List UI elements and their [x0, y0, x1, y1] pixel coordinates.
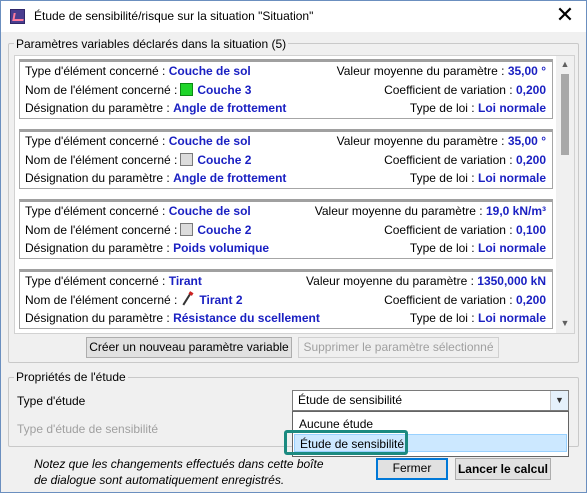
parameter-card[interactable]: Type d'élément concerné : Tirant Nom de l… [19, 269, 553, 329]
parameter-designation-label: Désignation du paramètre : [25, 311, 170, 325]
element-type-label: Type d'élément concerné : [25, 64, 166, 78]
element-type-label: Type d'élément concerné : [25, 274, 166, 288]
autosave-note: Notez que les changements effectués dans… [34, 457, 324, 487]
scrollbar-thumb[interactable] [561, 74, 569, 155]
create-parameter-button[interactable]: Créer un nouveau paramètre variable [86, 337, 292, 358]
variation-coefficient-label: Coefficient de variation : [384, 223, 513, 237]
element-name-label: Nom de l'élément concerné : [25, 223, 178, 237]
delete-parameter-button[interactable]: Supprimer le paramètre sélectionné [298, 337, 499, 358]
parameter-designation-value: Poids volumique [173, 241, 270, 255]
variation-coefficient-label: Coefficient de variation : [384, 153, 513, 167]
mean-value: 1350,000 kN [477, 274, 546, 288]
study-type-selected-value: Étude de sensibilité [298, 393, 403, 407]
element-name-label: Nom de l'élément concerné : [25, 293, 178, 307]
element-name-value: Couche 3 [197, 83, 252, 97]
variation-coefficient-value: 0,200 [515, 153, 546, 167]
parameter-designation-label: Désignation du paramètre : [25, 171, 170, 185]
parameter-designation-value: Résistance du scellement [173, 311, 320, 325]
variation-coefficient-value: 0,200 [515, 293, 546, 307]
parameter-designation-label: Désignation du paramètre : [25, 241, 170, 255]
parameter-card[interactable]: Type d'élément concerné : Couche de sol N… [19, 129, 553, 189]
element-name-label: Nom de l'élément concerné : [25, 153, 178, 167]
law-type-label: Type de loi : [409, 101, 475, 115]
close-button[interactable]: Fermer [376, 458, 448, 480]
element-type-value: Couche de sol [168, 204, 251, 218]
element-name-value: Couche 2 [197, 223, 252, 237]
scroll-up-arrow-icon[interactable]: ▲ [556, 56, 574, 73]
gray-swatch-icon [180, 153, 194, 166]
run-calculation-button[interactable]: Lancer le calcul [455, 458, 551, 480]
element-type-value: Couche de sol [168, 134, 251, 148]
parameters-list[interactable]: Type d'élément concerné : Couche de sol N… [14, 55, 575, 334]
window-title: Étude de sensibilité/risque sur la situa… [34, 9, 314, 23]
close-window-button[interactable]: ✕ [550, 2, 580, 30]
variation-coefficient-label: Coefficient de variation : [384, 83, 513, 97]
parameter-card[interactable]: Type d'élément concerné : Couche de sol N… [19, 199, 553, 259]
selected-option-highlight [284, 430, 408, 455]
parameter-designation-value: Angle de frottement [173, 171, 287, 185]
law-type-label: Type de loi : [409, 171, 475, 185]
variation-coefficient-value: 0,100 [515, 223, 546, 237]
law-type-label: Type de loi : [409, 311, 475, 325]
law-type-label: Type de loi : [409, 241, 475, 255]
variation-coefficient-value: 0,200 [515, 83, 546, 97]
mean-value: 35,00 ° [507, 64, 546, 78]
study-type-select[interactable]: Étude de sensibilité ▼ [292, 390, 569, 411]
law-type-value: Loi normale [477, 241, 546, 255]
element-type-label: Type d'élément concerné : [25, 134, 166, 148]
mean-value: 35,00 ° [507, 134, 546, 148]
mean-value-label: Valeur moyenne du paramètre : [306, 274, 474, 288]
variation-coefficient-label: Coefficient de variation : [384, 293, 513, 307]
parameter-card[interactable]: Type d'élément concerné : Couche de sol N… [19, 59, 553, 119]
parameter-designation-value: Angle de frottement [173, 101, 287, 115]
mean-value: 19,0 kN/m³ [485, 204, 546, 218]
element-type-label: Type d'élément concerné : [25, 204, 166, 218]
element-name-value: Couche 2 [197, 153, 252, 167]
chevron-down-icon[interactable]: ▼ [550, 391, 568, 410]
element-type-value: Tirant [168, 274, 202, 288]
element-name-label: Nom de l'élément concerné : [25, 83, 178, 97]
mean-value-label: Valeur moyenne du paramètre : [336, 134, 505, 148]
law-type-value: Loi normale [477, 171, 546, 185]
law-type-value: Loi normale [477, 311, 546, 325]
properties-group-label: Propriétés de l'étude [14, 370, 128, 384]
law-type-value: Loi normale [477, 101, 546, 115]
green-swatch-icon [180, 83, 194, 96]
parameter-designation-label: Désignation du paramètre : [25, 101, 170, 115]
parameters-group-label: Paramètres variables déclarés dans la si… [14, 37, 289, 51]
sensitivity-type-label: Type d'étude de sensibilité [17, 422, 159, 436]
title-bar[interactable]: Étude de sensibilité/risque sur la situa… [1, 1, 586, 32]
scroll-down-arrow-icon[interactable]: ▼ [556, 315, 574, 332]
element-name-value: Tirant 2 [199, 293, 243, 307]
study-type-label: Type d'étude [17, 394, 86, 408]
anchor-icon [181, 292, 193, 306]
mean-value-label: Valeur moyenne du paramètre : [314, 204, 483, 218]
parameters-scrollbar[interactable]: ▲ ▼ [556, 56, 574, 333]
app-icon [10, 9, 25, 24]
mean-value-label: Valeur moyenne du paramètre : [336, 64, 505, 78]
element-type-value: Couche de sol [168, 64, 251, 78]
gray-swatch-icon [180, 223, 194, 236]
